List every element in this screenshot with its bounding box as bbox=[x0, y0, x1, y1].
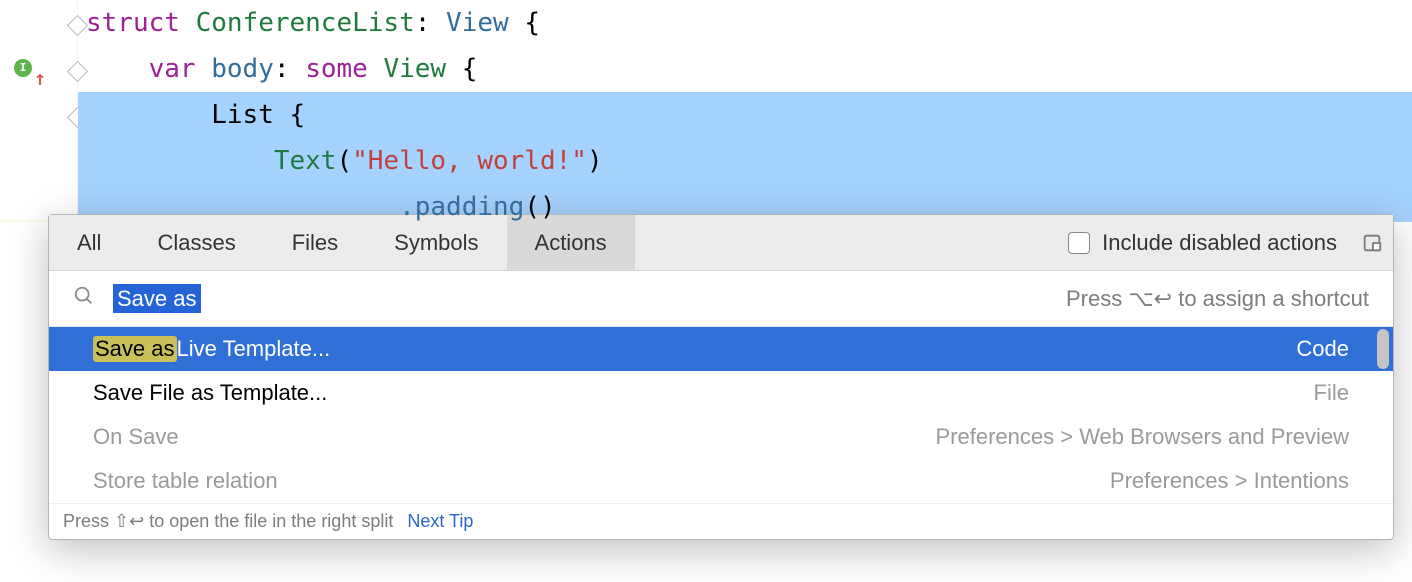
results-list: Save as Live Template... Code Save File … bbox=[49, 327, 1393, 503]
match-highlight: Save as bbox=[93, 336, 177, 362]
next-tip-link[interactable]: Next Tip bbox=[407, 511, 473, 532]
result-category: Preferences > Intentions bbox=[1110, 468, 1349, 494]
result-category: File bbox=[1314, 380, 1349, 406]
override-gutter-icon[interactable]: I bbox=[14, 59, 32, 77]
up-arrow-icon[interactable]: ↑ bbox=[34, 55, 46, 101]
search-icon bbox=[73, 285, 95, 313]
footer-hint: Press ⇧↩ to open the file in the right s… bbox=[63, 511, 393, 532]
code-line[interactable]: Text("Hello, world!") bbox=[78, 138, 1412, 184]
include-disabled-label: Include disabled actions bbox=[1102, 230, 1337, 256]
code-line[interactable]: .padding() bbox=[78, 184, 1412, 230]
shortcut-hint: Press ⌥↩ to assign a shortcut bbox=[1066, 286, 1369, 312]
code-lines[interactable]: struct ConferenceList: View { var body: … bbox=[78, 0, 1412, 230]
result-item[interactable]: Save as Live Template... Code bbox=[49, 327, 1393, 371]
result-category: Preferences > Web Browsers and Preview bbox=[936, 424, 1350, 450]
search-row: Save as Press ⌥↩ to assign a shortcut bbox=[49, 271, 1393, 327]
code-line[interactable]: var body: some View { bbox=[78, 46, 1412, 92]
code-line[interactable]: List { bbox=[78, 92, 1412, 138]
result-item[interactable]: Save File as Template... File bbox=[49, 371, 1393, 415]
search-query-text: Save as bbox=[113, 284, 201, 313]
include-disabled-toggle[interactable]: Include disabled actions bbox=[1068, 230, 1337, 256]
gutter: I ↑ bbox=[0, 0, 78, 220]
scrollbar-thumb[interactable] bbox=[1377, 329, 1389, 369]
popup-footer: Press ⇧↩ to open the file in the right s… bbox=[49, 503, 1393, 539]
result-item[interactable]: On Save Preferences > Web Browsers and P… bbox=[49, 415, 1393, 459]
search-everywhere-popup: All Classes Files Symbols Actions Includ… bbox=[48, 214, 1394, 540]
result-category: Code bbox=[1296, 336, 1349, 362]
result-item[interactable]: Store table relation Preferences > Inten… bbox=[49, 459, 1393, 503]
checkbox-icon[interactable] bbox=[1068, 232, 1090, 254]
pin-icon[interactable] bbox=[1361, 232, 1383, 254]
code-line[interactable]: struct ConferenceList: View { bbox=[78, 0, 1412, 46]
search-input[interactable]: Save as bbox=[113, 286, 201, 312]
code-editor[interactable]: I ↑ struct ConferenceList: View { var bo… bbox=[0, 0, 1412, 220]
